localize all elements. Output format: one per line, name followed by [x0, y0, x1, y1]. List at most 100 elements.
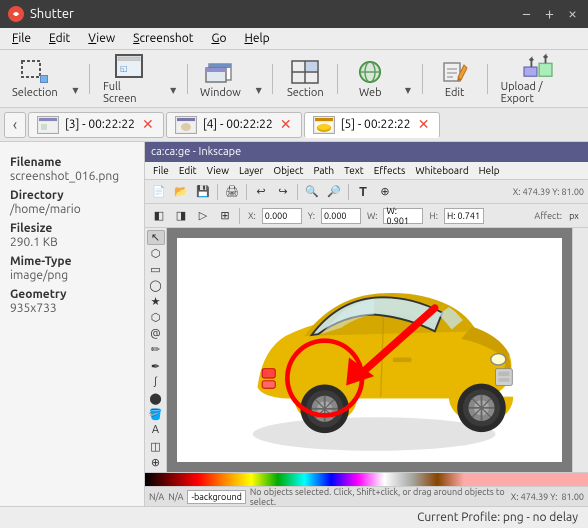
ink-affect-btn[interactable]: px	[564, 206, 584, 226]
tab-1-close[interactable]: ✕	[141, 118, 155, 132]
selection-dropdown[interactable]: ▼	[68, 54, 83, 104]
inkscape-main: ↖ ⬡ ▭ ◯ ★ ⬡ @ ✏ ✒ ∫ ⬤ 🪣 A ◫ ⊕	[145, 228, 588, 472]
geometry-label: Geometry	[10, 288, 134, 301]
minimize-button[interactable]: −	[519, 5, 534, 23]
ink-w-input[interactable]: W: 0.901	[383, 208, 423, 224]
preview-area: ca:ca:ge - Inkscape File Edit View Layer…	[145, 142, 588, 506]
ink-spiral-tool[interactable]: @	[147, 326, 165, 341]
menu-edit[interactable]: Edit	[41, 30, 78, 47]
filesize-value: 290.1 KB	[10, 236, 134, 249]
close-button[interactable]: ×	[565, 5, 580, 23]
ink-status-text: No objects selected. Click, Shift+click,…	[250, 487, 507, 507]
ink-menu-path[interactable]: Path	[309, 164, 338, 177]
tab-2-close[interactable]: ✕	[279, 118, 293, 132]
tab-1-label: [3] - 00:22:22	[65, 118, 135, 131]
inkscape-toolbar2: ◧ ◨ ▷ ⊞ X: 0.000 Y: 0.000 W: W: 0.901 H:…	[145, 204, 588, 228]
ink-distribute[interactable]: ⊞	[215, 206, 235, 226]
ink-bg-selector[interactable]: -background	[187, 490, 245, 504]
menu-screenshot[interactable]: Screenshot	[125, 30, 201, 47]
ink-align-right[interactable]: ▷	[193, 206, 213, 226]
ink-coords-status2: 81.00	[561, 492, 584, 502]
ink-zoom-out-btn[interactable]: 🔎	[324, 182, 344, 202]
inkscape-titlebar: ca:ca:ge - Inkscape	[145, 142, 588, 162]
ink-x-input[interactable]: 0.000	[262, 208, 302, 224]
ink-menu-whiteboard[interactable]: Whiteboard	[411, 164, 472, 177]
ink-open-btn[interactable]: 📂	[171, 182, 191, 202]
ink-menu-help[interactable]: Help	[475, 164, 504, 177]
tab-1[interactable]: [3] - 00:22:22 ✕	[28, 112, 164, 138]
ink-ellipse-tool[interactable]: ◯	[147, 278, 165, 293]
ink-select-tool[interactable]: ↖	[147, 230, 165, 245]
window-dropdown[interactable]: ▼	[251, 54, 266, 104]
upload-button[interactable]: Upload / Export	[494, 54, 582, 104]
tab-3[interactable]: [5] - 00:22:22 ✕	[304, 112, 440, 138]
ink-paint-tool[interactable]: ⬤	[147, 391, 165, 406]
web-dropdown-arrow: ▼	[405, 86, 411, 95]
ink-h-label: H:	[425, 211, 442, 221]
ink-sep3	[297, 184, 298, 200]
ink-affect-label: Affect:	[534, 211, 562, 221]
ink-pencil-tool[interactable]: ✏	[147, 342, 165, 357]
edit-button[interactable]: Edit	[429, 54, 481, 104]
menu-go[interactable]: Go	[203, 30, 234, 47]
ink-sep1	[217, 184, 218, 200]
ink-print-btn[interactable]: 🖨	[222, 182, 242, 202]
ink-3d-tool[interactable]: ⬡	[147, 310, 165, 325]
inkscape-menubar[interactable]: File Edit View Layer Object Path Text Ef…	[145, 162, 588, 180]
ink-star-tool[interactable]: ★	[147, 294, 165, 309]
window-button[interactable]: Window	[194, 54, 247, 104]
ink-fill-tool[interactable]: 🪣	[147, 407, 165, 422]
ink-rect-tool[interactable]: ▭	[147, 262, 165, 277]
ink-bold-btn[interactable]: T	[353, 182, 373, 202]
ink-menu-object[interactable]: Object	[269, 164, 307, 177]
ink-calligraphy-tool[interactable]: ∫	[147, 375, 165, 390]
ink-undo-btn[interactable]: ↩	[251, 182, 271, 202]
toolbar-sep-1	[89, 64, 90, 94]
section-icon	[289, 59, 321, 85]
ink-menu-text[interactable]: Text	[340, 164, 368, 177]
web-dropdown[interactable]: ▼	[400, 54, 415, 104]
fullscreen-icon: ◱	[113, 53, 145, 79]
info-panel: Filename screenshot_016.png Directory /h…	[0, 142, 145, 506]
maximize-button[interactable]: +	[542, 5, 557, 23]
tabs-bar: ‹ [3] - 00:22:22 ✕ [4] - 00:22:22 ✕	[0, 108, 588, 142]
ink-zoom-tool[interactable]: ⊕	[147, 455, 165, 470]
menu-help[interactable]: Help	[236, 30, 277, 47]
upload-label: Upload / Export	[501, 81, 575, 105]
ink-menu-layer[interactable]: Layer	[235, 164, 267, 177]
ink-y-input[interactable]: 0.000	[321, 208, 361, 224]
ink-zoom-in-btn[interactable]: 🔍	[302, 182, 322, 202]
ink-redo-btn[interactable]: ↪	[273, 182, 293, 202]
ink-text-tool[interactable]: A	[147, 423, 165, 438]
inkscape-canvas-area[interactable]	[167, 228, 572, 472]
tab-2[interactable]: [4] - 00:22:22 ✕	[166, 112, 302, 138]
ink-node-tool[interactable]: ⬡	[147, 246, 165, 261]
ink-gradient-tool[interactable]: ◫	[147, 439, 165, 454]
ink-h-input[interactable]: H: 0.741	[444, 208, 484, 224]
selection-button[interactable]: Selection	[6, 54, 64, 104]
inkscape-toolbar1: 📄 📂 💾 🖨 ↩ ↪ 🔍 🔎 T ⊕ X: 474.39 Y: 81.00	[145, 180, 588, 204]
web-button[interactable]: Web	[344, 54, 396, 104]
menu-view[interactable]: View	[80, 30, 123, 47]
fullscreen-button[interactable]: ◱ Full Screen	[96, 54, 161, 104]
ink-new-btn[interactable]: 📄	[149, 182, 169, 202]
ink-menu-effects[interactable]: Effects	[370, 164, 410, 177]
ink-menu-edit[interactable]: Edit	[175, 164, 201, 177]
ink-snap-btn[interactable]: ⊕	[375, 182, 395, 202]
ink-menu-file[interactable]: File	[149, 164, 173, 177]
menu-file[interactable]: File	[4, 30, 39, 47]
ink-menu-view[interactable]: View	[203, 164, 233, 177]
tab-prev-button[interactable]: ‹	[4, 112, 26, 138]
selection-icon	[19, 59, 51, 85]
fullscreen-label: Full Screen	[103, 81, 154, 105]
tab-3-close[interactable]: ✕	[417, 118, 431, 132]
titlebar-controls[interactable]: − + ×	[519, 5, 580, 23]
ink-pen-tool[interactable]: ✒	[147, 359, 165, 374]
inkscape-title: ca:ca:ge - Inkscape	[151, 146, 241, 158]
ink-x-label: X:	[244, 211, 260, 221]
ink-save-btn[interactable]: 💾	[193, 182, 213, 202]
ink-align-left[interactable]: ◧	[149, 206, 169, 226]
fullscreen-dropdown[interactable]: ▼	[166, 54, 181, 104]
ink-align-center[interactable]: ◨	[171, 206, 191, 226]
section-button[interactable]: Section	[279, 54, 331, 104]
